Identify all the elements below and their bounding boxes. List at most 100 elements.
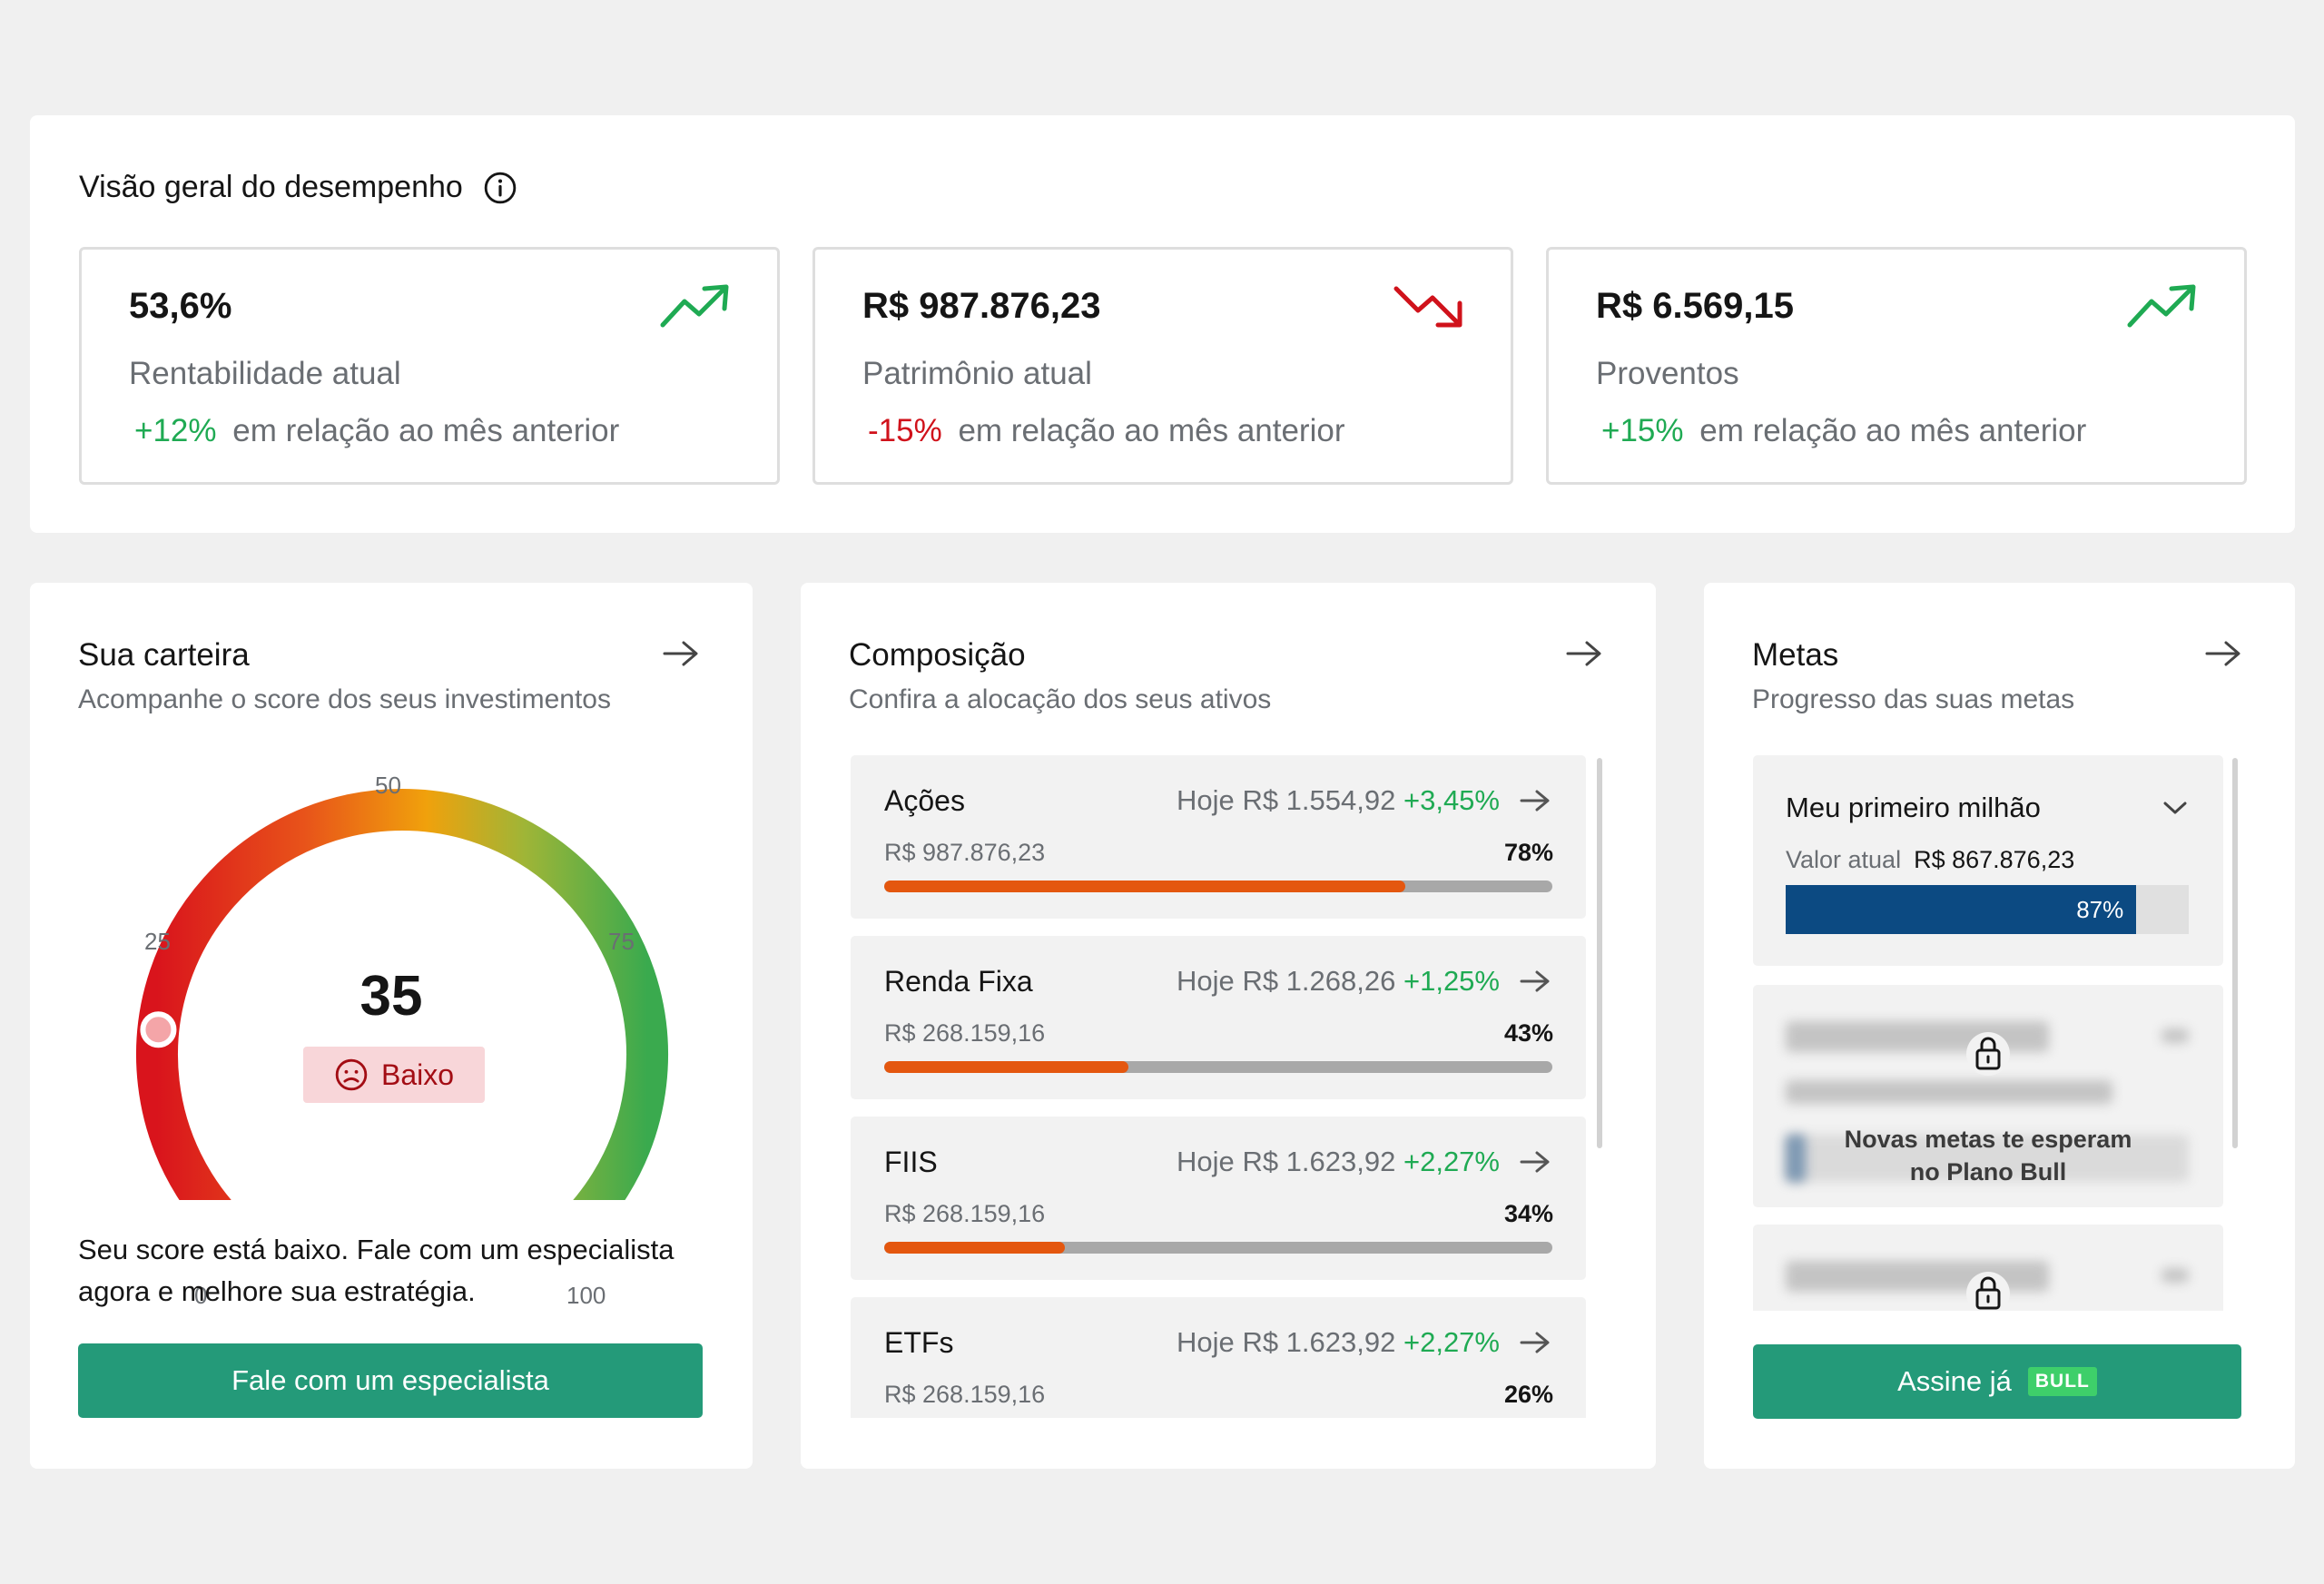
lock-icon (1966, 1272, 2010, 1311)
goal-item-locked: Novas metas te esperam no Plano Bull (1753, 985, 2223, 1207)
score-status-badge: Baixo (303, 1047, 485, 1103)
today-label: Hoje (1177, 965, 1235, 997)
asset-amount: R$ 268.159,16 (884, 1381, 1046, 1408)
wallet-message: Seu score está baixo. Fale com um especi… (78, 1234, 675, 1307)
wallet-score-card: Sua carteira Acompanhe o score dos seus … (30, 583, 753, 1469)
goal-progress-bar: 87% (1786, 885, 2189, 934)
goals-scrollbar[interactable] (2232, 758, 2238, 1148)
overview-header: Visão geral do desempenho (79, 170, 517, 205)
talk-to-specialist-button[interactable]: Fale com um especialista (78, 1343, 703, 1418)
bull-plan-badge: BULL (2027, 1367, 2097, 1396)
goals-subtitle: Progresso das suas metas (1752, 684, 2075, 714)
goals-list[interactable]: Meu primeiro milhão Valor atual R$ 867.87… (1753, 755, 2225, 1311)
kpi-delta-value: -15% (868, 413, 942, 448)
composition-item-renda-fixa[interactable]: Renda Fixa Hoje R$ 1.268,26 +1,25% R$ 26… (851, 936, 1586, 1099)
kpi-delta-text: em relação ao mês anterior (1699, 413, 2087, 448)
kpi-value: 53,6% (129, 286, 232, 326)
asset-name: Renda Fixa (884, 965, 1033, 998)
blurred-placeholder (2162, 1268, 2189, 1283)
goals-title: Metas (1752, 637, 1839, 673)
arrow-right-icon[interactable] (1519, 788, 1551, 813)
today-change: +2,27% (1403, 1326, 1500, 1358)
asset-name: ETFs (884, 1326, 954, 1359)
composition-list[interactable]: Ações Hoje R$ 1.554,92 +3,45% R$ 987.876… (851, 755, 1586, 1418)
today-label: Hoje (1177, 1326, 1235, 1358)
asset-percent: 34% (1503, 1200, 1553, 1227)
composition-item-acoes[interactable]: Ações Hoje R$ 1.554,92 +3,45% R$ 987.876… (851, 755, 1586, 919)
asset-amount: R$ 987.876,23 (884, 839, 1046, 866)
kpi-delta: -15% em relação ao mês anterior (868, 413, 1345, 449)
wallet-subtitle: Acompanhe o score dos seus investimentos (78, 684, 611, 714)
kpi-card-proventos: R$ 6.569,15 Proventos +15% em relação ao… (1546, 247, 2247, 485)
kpi-delta-text: em relação ao mês anterior (232, 413, 620, 448)
asset-today: Hoje R$ 1.268,26 +1,25% (1177, 965, 1500, 998)
today-label: Hoje (1177, 784, 1235, 816)
asset-amount: R$ 268.159,16 (884, 1019, 1046, 1047)
kpi-delta: +15% em relação ao mês anterior (1601, 413, 2086, 449)
asset-today: Hoje R$ 1.554,92 +3,45% (1177, 784, 1500, 817)
asset-percent: 78% (1503, 839, 1553, 866)
arrow-right-icon[interactable] (1565, 639, 1603, 668)
composition-scrollbar[interactable] (1597, 758, 1602, 1148)
gauge-label-75: 75 (608, 928, 635, 955)
info-icon[interactable] (483, 171, 517, 205)
composition-item-fiis[interactable]: FIIS Hoje R$ 1.623,92 +2,27% R$ 268.159,… (851, 1117, 1586, 1280)
wallet-title: Sua carteira (78, 637, 250, 673)
subscribe-button-label: Assine já (1897, 1365, 2012, 1397)
locked-goals-message: Novas metas te esperam no Plano Bull (1753, 1123, 2223, 1188)
chevron-down-icon[interactable] (2162, 799, 2189, 817)
goal-progress-fill: 87% (1786, 885, 2137, 934)
asset-today: Hoje R$ 1.623,92 +2,27% (1177, 1146, 1500, 1178)
gauge-label-25: 25 (144, 928, 171, 955)
score-value: 35 (359, 965, 423, 1028)
allocation-bar-fill (884, 1061, 1128, 1073)
kpi-label: Rentabilidade atual (129, 356, 401, 391)
kpi-card-patrimonio: R$ 987.876,23 Patrimônio atual -15% em r… (812, 247, 1513, 485)
goal-item-locked (1753, 1225, 2223, 1311)
blurred-placeholder (2162, 1028, 2189, 1043)
blurred-placeholder (1786, 1080, 2112, 1104)
trend-down-icon (1393, 286, 1462, 328)
goal-item[interactable]: Meu primeiro milhão Valor atual R$ 867.87… (1753, 755, 2223, 966)
today-value: R$ 1.554,92 (1242, 784, 1396, 816)
locked-message-line1: Novas metas te esperam (1844, 1126, 2132, 1153)
today-change: +2,27% (1403, 1146, 1500, 1177)
today-value: R$ 1.268,26 (1242, 965, 1396, 997)
arrow-right-icon[interactable] (2204, 639, 2242, 668)
kpi-label: Patrimônio atual (862, 356, 1092, 391)
locked-message-line2: no Plano Bull (1909, 1158, 2067, 1186)
composition-card: Composição Confira a alocação dos seus a… (801, 583, 1656, 1469)
asset-amount: R$ 268.159,16 (884, 1200, 1046, 1227)
kpi-delta-value: +12% (134, 413, 217, 448)
arrow-right-icon[interactable] (662, 639, 700, 668)
score-status-text: Baixo (380, 1058, 455, 1091)
goals-card: Metas Progresso das suas metas Meu prime… (1704, 583, 2295, 1469)
performance-overview-card: Visão geral do desempenho 53,6% Rentabil… (30, 115, 2295, 533)
today-value: R$ 1.623,92 (1242, 1146, 1396, 1177)
arrow-right-icon[interactable] (1519, 969, 1551, 994)
composition-title: Composição (849, 637, 1026, 673)
allocation-bar (884, 1061, 1552, 1073)
asset-percent: 43% (1503, 1019, 1553, 1047)
today-label: Hoje (1177, 1146, 1235, 1177)
kpi-label: Proventos (1596, 356, 1739, 391)
arrow-right-icon[interactable] (1519, 1149, 1551, 1175)
kpi-delta-text: em relação ao mês anterior (958, 413, 1345, 448)
allocation-bar (884, 1242, 1552, 1254)
composition-item-etfs[interactable]: ETFs Hoje R$ 1.623,92 +2,27% R$ 268.159,… (851, 1297, 1586, 1418)
goal-current: Valor atual R$ 867.876,23 (1786, 846, 2074, 874)
arrow-right-icon[interactable] (1519, 1330, 1551, 1355)
trend-up-icon (660, 284, 729, 328)
composition-subtitle: Confira a alocação dos seus ativos (849, 684, 1272, 714)
overview-title: Visão geral do desempenho (79, 170, 463, 204)
lock-icon (1966, 1032, 2010, 1076)
subscribe-button[interactable]: Assine já BULL (1753, 1344, 2241, 1419)
kpi-delta-value: +15% (1601, 413, 1684, 448)
goal-current-label: Valor atual (1786, 846, 1902, 873)
asset-name: FIIS (884, 1146, 938, 1178)
sad-face-icon (335, 1058, 368, 1091)
gauge-label-50: 50 (375, 772, 401, 799)
goal-name: Meu primeiro milhão (1786, 792, 2041, 823)
allocation-bar (884, 881, 1552, 892)
allocation-bar-fill (884, 1242, 1065, 1254)
